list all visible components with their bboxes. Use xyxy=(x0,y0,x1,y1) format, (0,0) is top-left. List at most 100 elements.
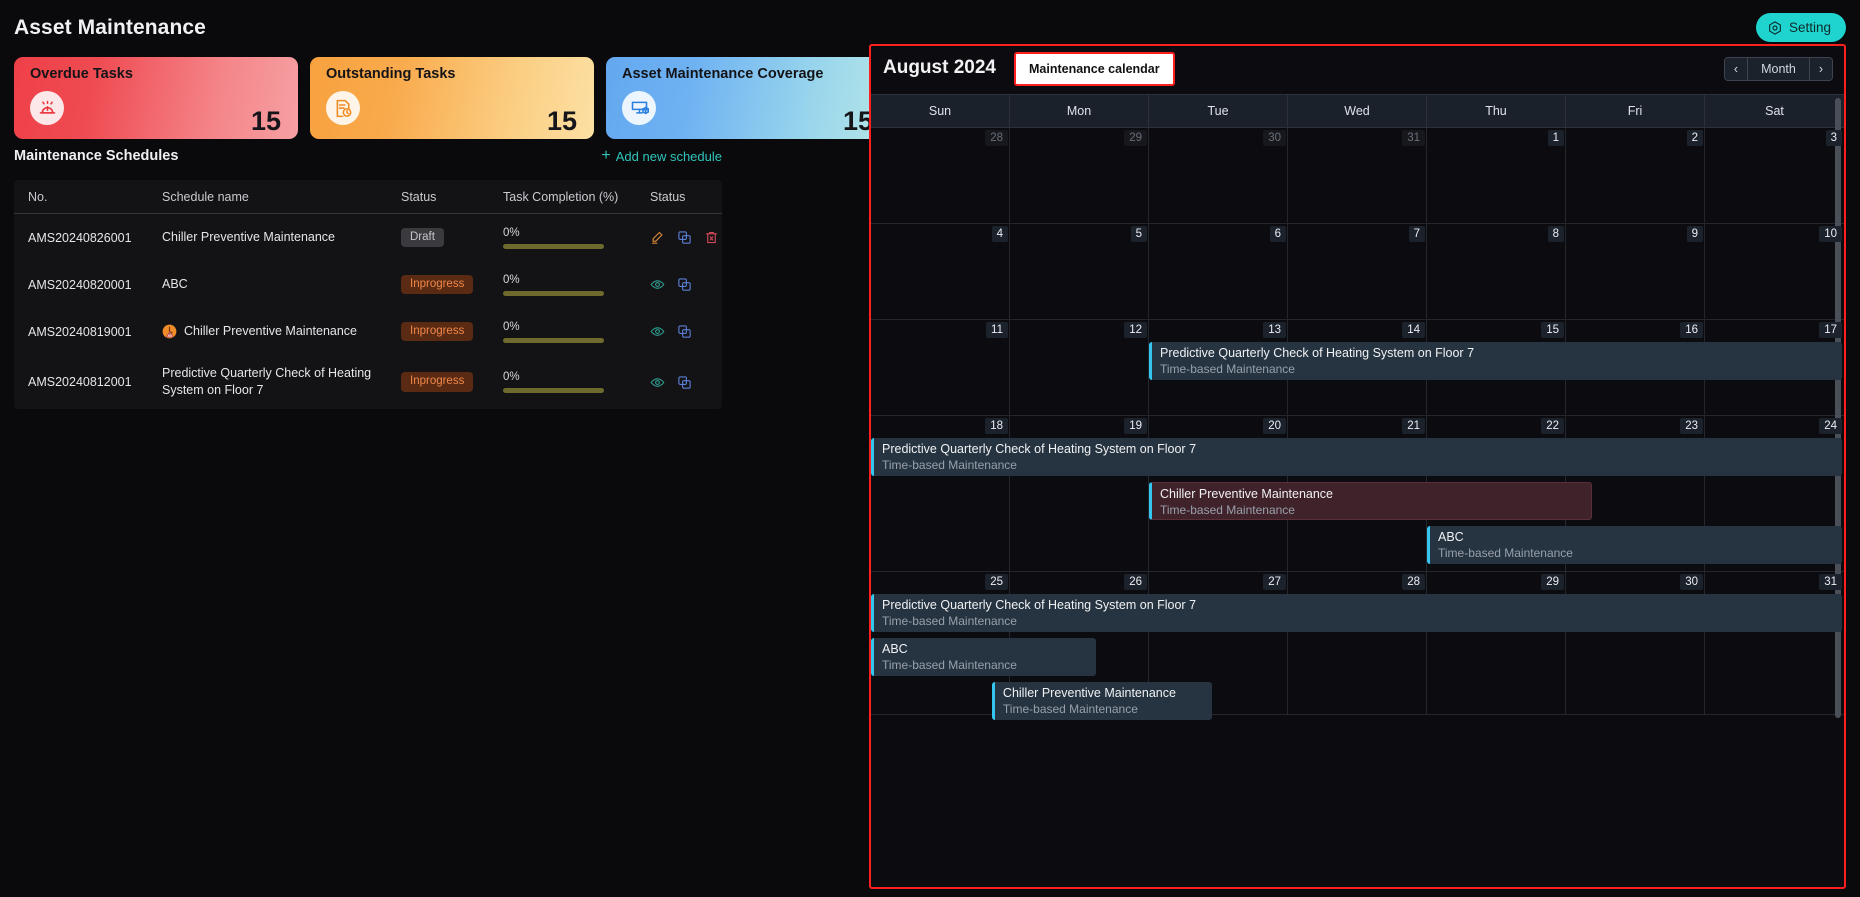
calendar-week-row: 4 5 6 7 8 9 10 xyxy=(871,224,1844,320)
column-header-no: No. xyxy=(28,189,48,204)
calendar-day-number[interactable]: 7 xyxy=(1408,226,1425,242)
calendar-day-number[interactable]: 28 xyxy=(1402,574,1425,590)
calendar-day-numbers: 25 26 27 28 29 30 31 xyxy=(871,572,1844,594)
completion-bar xyxy=(503,290,604,296)
view-icon[interactable] xyxy=(650,277,665,292)
cell-name: Predictive Quarterly Check of Heating Sy… xyxy=(162,365,401,399)
schedule-name-label: Chiller Preventive Maintenance xyxy=(162,230,336,245)
delete-icon[interactable] xyxy=(704,230,719,245)
cell-name: ABC xyxy=(162,276,401,293)
table-row[interactable]: AMS20240819001 Chiller Preventive Mainte… xyxy=(14,308,722,355)
status-badge: Inprogress xyxy=(401,321,474,342)
schedules-title: Maintenance Schedules xyxy=(14,148,179,164)
calendar-day-number[interactable]: 18 xyxy=(985,418,1008,434)
calendar-day-number[interactable]: 10 xyxy=(1819,226,1842,242)
calendar-day-number[interactable]: 29 xyxy=(1124,130,1147,146)
copy-icon[interactable] xyxy=(677,230,692,245)
calendar-day-number[interactable]: 21 xyxy=(1402,418,1425,434)
view-icon[interactable] xyxy=(650,375,665,390)
cell-name: Chiller Preventive Maintenance xyxy=(162,323,401,340)
calendar-day-number[interactable]: 6 xyxy=(1269,226,1286,242)
table-row[interactable]: AMS20240826001 Chiller Preventive Mainte… xyxy=(14,214,722,261)
calendar-day-number[interactable]: 5 xyxy=(1130,226,1147,242)
table-row[interactable]: AMS20240812001 Predictive Quarterly Chec… xyxy=(14,355,722,409)
calendar-day-number[interactable]: 30 xyxy=(1680,574,1703,590)
calendar-day-number[interactable]: 22 xyxy=(1541,418,1564,434)
calendar-event[interactable]: ABC Time-based Maintenance xyxy=(1427,526,1842,564)
calendar-week-row: 18 19 20 21 22 23 24 Predictive Quarterly Check… xyxy=(871,416,1844,572)
schedule-name-label: ABC xyxy=(162,277,188,292)
cell-status: Inprogress xyxy=(401,321,503,342)
calendar-day-number[interactable]: 2 xyxy=(1686,130,1703,146)
calendar-event-title: Predictive Quarterly Check of Heating Sy… xyxy=(882,442,1197,456)
calendar-day-number[interactable]: 9 xyxy=(1686,226,1703,242)
cell-task-completion: 0% xyxy=(503,227,650,249)
calendar-day-number[interactable]: 16 xyxy=(1680,322,1703,338)
weekday-fri: Fri xyxy=(1566,95,1705,127)
column-header-name: Schedule name xyxy=(162,189,249,204)
calendar-day-number[interactable]: 3 xyxy=(1825,130,1842,146)
calendar-view-select[interactable]: Month xyxy=(1748,58,1810,80)
view-icon[interactable] xyxy=(650,324,665,339)
calendar-day-number[interactable]: 27 xyxy=(1263,574,1286,590)
column-header-task-completion: Task Completion (%) xyxy=(503,189,619,204)
calendar-day-number[interactable]: 24 xyxy=(1819,418,1842,434)
calendar-day-numbers: 18 19 20 21 22 23 24 xyxy=(871,416,1844,438)
setting-button[interactable]: Setting xyxy=(1755,13,1846,42)
edit-icon[interactable] xyxy=(650,230,665,245)
calendar-day-number[interactable]: 25 xyxy=(985,574,1008,590)
add-new-schedule-button[interactable]: + Add new schedule xyxy=(601,148,722,164)
calendar-day-number[interactable]: 17 xyxy=(1819,322,1842,338)
calendar-day-number[interactable]: 15 xyxy=(1541,322,1564,338)
calendar-event[interactable]: Predictive Quarterly Check of Heating Sy… xyxy=(871,594,1842,632)
calendar-day-numbers: 11 12 13 14 15 16 17 xyxy=(871,320,1844,342)
copy-icon[interactable] xyxy=(677,324,692,339)
calendar-day-number[interactable]: 11 xyxy=(986,322,1008,338)
calendar-day-number[interactable]: 28 xyxy=(985,130,1008,146)
calendar-day-number[interactable]: 13 xyxy=(1263,322,1286,338)
copy-icon[interactable] xyxy=(677,375,692,390)
copy-icon[interactable] xyxy=(677,277,692,292)
calendar-event[interactable]: Predictive Quarterly Check of Heating Sy… xyxy=(871,438,1842,476)
cell-actions xyxy=(650,230,722,245)
completion-percent: 0% xyxy=(503,226,520,239)
calendar-event[interactable]: Chiller Preventive Maintenance Time-based… xyxy=(1149,482,1592,520)
table-row[interactable]: AMS20240820001 ABC Inprogress 0% xyxy=(14,261,722,308)
calendar-event-title: ABC xyxy=(882,642,908,656)
schedules-header: Maintenance Schedules + Add new schedule xyxy=(14,148,722,165)
maintenance-calendar-panel: August 2024 Maintenance calendar ‹ Month… xyxy=(869,44,1846,889)
calendar-day-number[interactable]: 4 xyxy=(991,226,1008,242)
cell-task-completion: 0% xyxy=(503,321,650,343)
calendar-day-number[interactable]: 29 xyxy=(1541,574,1564,590)
calendar-day-number[interactable]: 19 xyxy=(1124,418,1147,434)
calendar-day-number[interactable]: 14 xyxy=(1402,322,1425,338)
cell-actions xyxy=(650,324,722,339)
weekday-sat: Sat xyxy=(1765,104,1784,118)
calendar-day-number[interactable]: 20 xyxy=(1263,418,1286,434)
completion-bar xyxy=(503,243,604,249)
calendar-event[interactable]: ABC Time-based Maintenance xyxy=(871,638,1096,676)
calendar-toolbar: August 2024 Maintenance calendar ‹ Month… xyxy=(871,46,1844,94)
weekday-thu: Thu xyxy=(1427,95,1566,127)
kpi-card-outstanding-tasks[interactable]: Outstanding Tasks 15 xyxy=(310,57,594,139)
calendar-day-number[interactable]: 23 xyxy=(1680,418,1703,434)
calendar-day-number[interactable]: 1 xyxy=(1547,130,1564,146)
calendar-day-number[interactable]: 31 xyxy=(1819,574,1842,590)
calendar-day-number[interactable]: 12 xyxy=(1124,322,1147,338)
calendar-day-number[interactable]: 8 xyxy=(1547,226,1564,242)
calendar-event[interactable]: Predictive Quarterly Check of Heating Sy… xyxy=(1149,342,1842,380)
kpi-card-overdue-tasks[interactable]: Overdue Tasks 15 xyxy=(14,57,298,139)
kpi-card-asset-maintenance-coverage[interactable]: Asset Maintenance Coverage 15 xyxy=(606,57,890,139)
calendar-event-title: ABC xyxy=(1438,530,1464,544)
calendar-event-subtitle: Time-based Maintenance xyxy=(1160,361,1295,376)
next-month-button[interactable]: › xyxy=(1809,58,1832,80)
document-clock-icon xyxy=(326,91,360,125)
calendar-day-number[interactable]: 31 xyxy=(1402,130,1425,146)
kpi-label: Asset Maintenance Coverage xyxy=(622,66,824,82)
calendar-day-number[interactable]: 30 xyxy=(1263,130,1286,146)
prev-month-button[interactable]: ‹ xyxy=(1724,58,1749,80)
table-header-row: No. Schedule name Status Task Completion… xyxy=(14,180,722,214)
calendar-nav: ‹ Month › xyxy=(1723,57,1833,81)
calendar-day-number[interactable]: 26 xyxy=(1124,574,1147,590)
calendar-event[interactable]: Chiller Preventive Maintenance Time-based… xyxy=(991,682,1213,720)
